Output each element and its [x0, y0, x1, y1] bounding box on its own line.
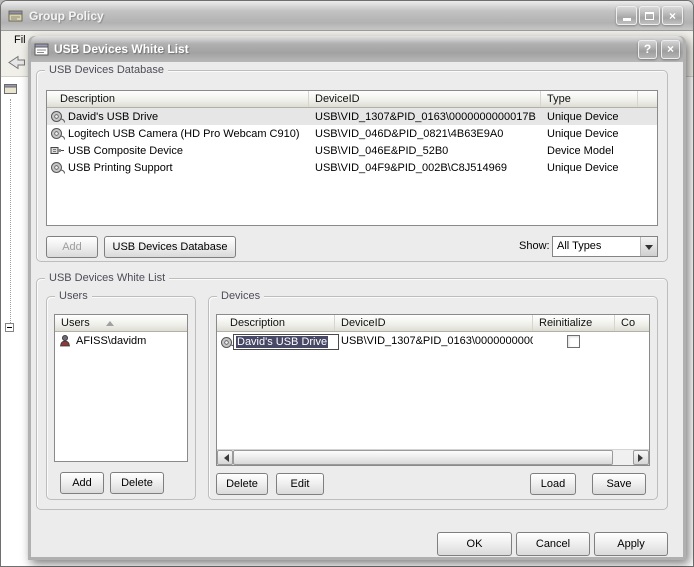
usb-device-icon	[50, 110, 65, 123]
whitelist-devices-list: Description DeviceID Reinitialize Co Dav…	[216, 314, 650, 466]
close-button[interactable]: ×	[662, 6, 683, 25]
database-list-header: Description DeviceID Type	[47, 91, 657, 108]
column-header-reinitialize[interactable]: Reinitialize	[533, 315, 615, 331]
row-type: Unique Device	[541, 128, 657, 140]
menu-file[interactable]: Fil	[14, 34, 26, 46]
row-description: USB Composite Device	[68, 145, 309, 157]
ok-button[interactable]: OK	[437, 532, 512, 556]
users-group-label: Users	[55, 289, 92, 304]
users-add-button[interactable]: Add	[60, 472, 104, 494]
column-header-users[interactable]: Users	[55, 315, 187, 331]
database-row-usb-printing[interactable]: USB Printing Support USB\VID_04F9&PID_00…	[47, 159, 657, 176]
column-header-type[interactable]: Type	[541, 91, 638, 107]
horizontal-scrollbar[interactable]	[217, 449, 649, 465]
whitelist-device-row[interactable]: David's USB Drive USB\VID_1307&PID_0163\…	[217, 332, 649, 352]
row-deviceid: USB\VID_1307&PID_0163\0000000000017B	[309, 111, 541, 123]
show-filter-value: All Types	[553, 237, 640, 256]
apply-button[interactable]: Apply	[594, 532, 668, 556]
dialog-close-button[interactable]: ×	[661, 40, 680, 59]
combo-dropdown-button[interactable]	[640, 237, 657, 256]
dialog-icon	[34, 42, 50, 57]
screen: Group Policy × Fil	[0, 0, 694, 567]
back-icon[interactable]	[7, 55, 26, 70]
users-list-header: Users	[55, 315, 187, 332]
database-row-logitech-camera[interactable]: Logitech USB Camera (HD Pro Webcam C910)…	[47, 125, 657, 142]
help-button[interactable]: ?	[638, 40, 657, 59]
maximize-button[interactable]	[639, 6, 660, 25]
column-header-deviceid[interactable]: DeviceID	[309, 91, 541, 107]
row-description: Logitech USB Camera (HD Pro Webcam C910)	[68, 128, 309, 140]
devices-save-button[interactable]: Save	[592, 473, 646, 495]
row-description: David's USB Drive	[68, 111, 309, 123]
console-root-icon	[4, 83, 18, 98]
arrow-right-icon	[638, 454, 647, 462]
scroll-right-button[interactable]	[633, 450, 649, 465]
usb-devices-database-button[interactable]: USB Devices Database	[104, 236, 236, 258]
row-type: Unique Device	[541, 162, 657, 174]
column-header-comment[interactable]: Co	[615, 315, 649, 331]
group-policy-titlebar: Group Policy ×	[1, 1, 693, 31]
column-header-deviceid[interactable]: DeviceID	[335, 315, 533, 331]
users-header-label: Users	[61, 317, 90, 329]
window-caption-buttons: ×	[616, 6, 683, 25]
row-deviceid: USB\VID_04F9&PID_002B\C8J514969	[309, 162, 541, 174]
maximize-icon	[645, 12, 654, 20]
device-id-cell: USB\VID_1307&PID_0163\0000000000017	[341, 335, 533, 347]
usb-plug-icon	[50, 144, 65, 157]
column-header-filler	[638, 91, 657, 107]
devices-delete-button[interactable]: Delete	[216, 473, 268, 495]
show-label: Show:	[519, 240, 550, 252]
minimize-button[interactable]	[616, 6, 637, 25]
user-icon	[58, 334, 73, 347]
show-filter-select[interactable]: All Types	[552, 236, 658, 257]
arrow-left-icon	[220, 454, 229, 462]
row-deviceid: USB\VID_046D&PID_0821\4B63E9A0	[309, 128, 541, 140]
row-description: USB Printing Support	[68, 162, 309, 174]
scroll-left-button[interactable]	[217, 450, 233, 465]
chevron-down-icon	[645, 245, 653, 254]
devices-list-header: Description DeviceID Reinitialize Co	[217, 315, 649, 332]
user-name: AFISS\davidm	[76, 335, 187, 347]
reinitialize-checkbox[interactable]	[567, 335, 580, 348]
database-add-button[interactable]: Add	[46, 236, 98, 258]
devices-load-button[interactable]: Load	[530, 473, 576, 495]
group-policy-window-title: Group Policy	[29, 9, 611, 23]
scrollbar-thumb[interactable]	[233, 450, 613, 465]
devices-group-label: Devices	[217, 289, 264, 304]
device-description-selected-text: David's USB Drive	[236, 336, 328, 348]
users-list: Users AFISS\davidm	[54, 314, 188, 462]
database-group-label: USB Devices Database	[45, 63, 168, 78]
usb-device-icon	[50, 127, 65, 140]
dialog-title: USB Devices White List	[54, 42, 634, 56]
usb-devices-database-list: Description DeviceID Type David's USB Dr…	[46, 90, 658, 226]
dialog-titlebar: USB Devices White List ? ×	[31, 36, 683, 62]
dialog-body: USB Devices Database Description DeviceI…	[31, 62, 683, 557]
usb-whitelist-dialog: USB Devices White List ? × USB Devices D…	[28, 36, 686, 560]
device-description-edit[interactable]: David's USB Drive	[233, 334, 339, 350]
group-policy-window-icon	[8, 9, 24, 23]
row-type: Device Model	[541, 145, 657, 157]
database-row-usb-composite[interactable]: USB Composite Device USB\VID_046E&PID_52…	[47, 142, 657, 159]
user-row-afiss-davidm[interactable]: AFISS\davidm	[55, 332, 187, 349]
usb-device-icon	[50, 161, 65, 174]
users-delete-button[interactable]: Delete	[110, 472, 164, 494]
whitelist-group-label: USB Devices White List	[45, 271, 169, 286]
tree-collapse-toggle[interactable]	[5, 323, 14, 332]
database-row-davids-usb-drive[interactable]: David's USB Drive USB\VID_1307&PID_0163\…	[47, 108, 657, 125]
minimize-icon	[623, 18, 631, 21]
cancel-button[interactable]: Cancel	[516, 532, 590, 556]
column-header-description[interactable]: Description	[47, 91, 309, 107]
tree-branch-line	[10, 99, 11, 323]
row-type: Unique Device	[541, 111, 657, 123]
column-header-description[interactable]: Description	[217, 315, 335, 331]
row-deviceid: USB\VID_046E&PID_52B0	[309, 145, 541, 157]
sort-ascending-icon	[106, 321, 114, 326]
devices-edit-button[interactable]: Edit	[276, 473, 324, 495]
